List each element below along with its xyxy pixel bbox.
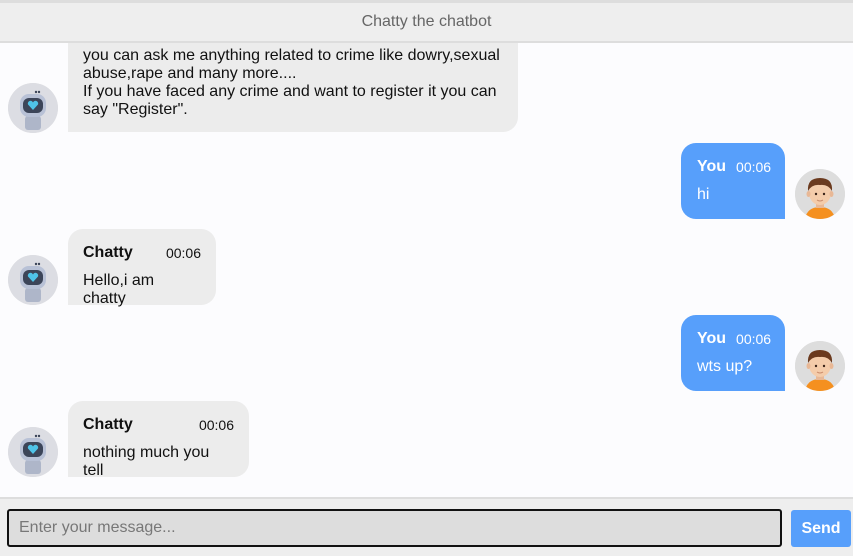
message-line: If you have faced any crime and want to … bbox=[83, 83, 497, 100]
message-time: 00:06 bbox=[736, 159, 772, 175]
message-bubble: Chatty 00:06 nothing much you tell bbox=[68, 401, 249, 479]
message-text: hi bbox=[697, 186, 710, 203]
user-avatar-icon bbox=[795, 169, 845, 219]
message-info: Chatty 00:06 bbox=[83, 416, 234, 434]
message-info: You 00:06 bbox=[697, 158, 772, 176]
message-text: you can ask me anything related to crime… bbox=[83, 47, 503, 119]
robot-icon bbox=[8, 255, 58, 305]
message-line: you can ask me anything related to crime… bbox=[83, 47, 500, 64]
message-text: nothing much you tell bbox=[83, 444, 210, 479]
send-button[interactable]: Send bbox=[791, 510, 851, 547]
message-bubble: you can ask me anything related to crime… bbox=[68, 43, 518, 132]
message-line: say "Register". bbox=[83, 101, 188, 118]
robot-icon bbox=[8, 427, 58, 477]
message-input[interactable] bbox=[7, 509, 782, 547]
sender-name: Chatty bbox=[83, 416, 133, 433]
chat-header: Chatty the chatbot bbox=[0, 0, 853, 43]
message-text: wts up? bbox=[697, 358, 753, 375]
message-info: Chatty 00:06 bbox=[83, 244, 201, 262]
sender-name: Chatty bbox=[83, 244, 133, 261]
message-bubble: You 00:06 hi bbox=[681, 143, 785, 219]
message-text: Hello,i am chatty bbox=[83, 272, 155, 307]
message-time: 00:06 bbox=[736, 331, 772, 347]
message-time: 00:06 bbox=[198, 417, 234, 433]
sender-name: You bbox=[697, 330, 727, 347]
chat-area[interactable]: you can ask me anything related to crime… bbox=[0, 43, 853, 497]
chat-title: Chatty the chatbot bbox=[361, 13, 492, 30]
robot-icon bbox=[8, 83, 58, 133]
message-line: abuse,rape and many more.... bbox=[83, 65, 297, 82]
message-time: 00:06 bbox=[165, 245, 201, 261]
message-bubble: You 00:06 wts up? bbox=[681, 315, 785, 391]
sender-name: You bbox=[697, 158, 727, 175]
message-bubble: Chatty 00:06 Hello,i am chatty bbox=[68, 229, 216, 307]
message-info: You 00:06 bbox=[697, 330, 772, 348]
user-avatar-icon bbox=[795, 341, 845, 391]
message-composer: Send bbox=[0, 497, 853, 556]
